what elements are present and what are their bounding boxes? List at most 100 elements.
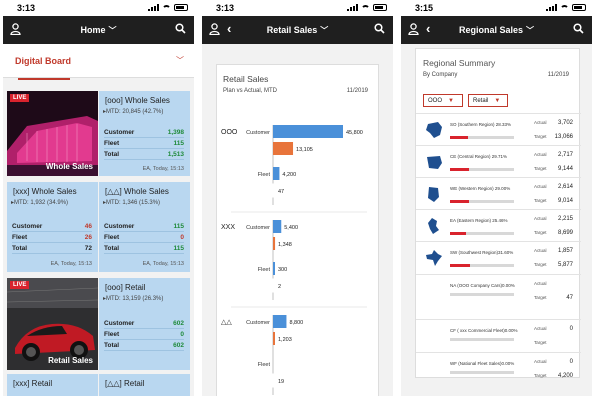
- row-label: Fleet: [12, 233, 28, 241]
- actual-value-label: 19: [278, 379, 284, 385]
- channel-select[interactable]: Retail ▼: [468, 94, 508, 107]
- tile-caption: Retail Sales: [48, 356, 93, 365]
- row-label: Fleet: [258, 362, 271, 368]
- status-time: 3:13: [216, 3, 235, 13]
- row-label: Customer: [104, 222, 135, 230]
- nav-title-text: Retail Sales: [266, 24, 318, 35]
- card-subtitle: By Company: [423, 72, 458, 78]
- region-row[interactable]: SO (Southern Region) 28.33% Actual Target 3…: [416, 113, 581, 145]
- plan-value-label: 4,200: [282, 172, 296, 178]
- nav-title[interactable]: Regional Sales ﹀: [459, 25, 534, 36]
- actual-label: Actual: [534, 152, 547, 157]
- company-select[interactable]: OOO ▼: [423, 94, 463, 107]
- nav-title[interactable]: Retail Sales ﹀: [267, 25, 329, 36]
- region-row[interactable]: CE (Central Region) 29.71% Actual Target 2,…: [416, 145, 581, 177]
- search-icon[interactable]: [175, 23, 186, 34]
- row-value: 1,513: [167, 150, 184, 158]
- card-title: Retail Sales: [223, 74, 269, 84]
- chevron-down-icon: ▼: [494, 97, 501, 104]
- board-title: Digital Board: [15, 55, 72, 66]
- regional-sales-screen: 3:15 ‹ Regional Sales ﹀ Regional Summary …: [401, 0, 592, 396]
- tile-row: Fleet 26: [12, 232, 92, 243]
- region-progress-bar: [450, 293, 514, 296]
- tile-rows: Customer 46 Fleet 26 Total 72: [12, 221, 92, 254]
- nav-bar: ‹ Retail Sales ﹀: [202, 16, 393, 44]
- nav-title[interactable]: Home ﹀: [80, 25, 116, 36]
- user-icon[interactable]: [10, 23, 21, 35]
- region-progress-bar: [450, 200, 514, 203]
- xxx-whole-sales-tile[interactable]: [xxx] Whole Sales ▸MTD: 1,932 (34.9%) Cu…: [7, 182, 98, 272]
- target-label: Target: [534, 198, 547, 203]
- actual-bar: [273, 237, 276, 250]
- target-value: 9,144: [557, 166, 573, 172]
- card-date: 11/2019: [547, 72, 569, 78]
- tile-mtd: ▸MTD: 1,932 (34.9%): [11, 200, 69, 206]
- user-icon[interactable]: [209, 23, 220, 35]
- chevron-down-icon: ﹀: [526, 25, 535, 35]
- triangle-retail-tile[interactable]: [△△] Retail: [99, 374, 190, 396]
- group-label: OOO: [221, 129, 238, 136]
- nav-bar: ‹ Regional Sales ﹀: [401, 16, 592, 44]
- region-name: EA (Eastern Region) 25.46%: [450, 218, 508, 223]
- target-value: 9,014: [557, 198, 573, 204]
- ooo-retail-tile[interactable]: [ooo] Retail ▸MTD: 13,159 (26.3%) Custom…: [99, 278, 190, 370]
- signal-icon: [546, 4, 557, 11]
- tile-footer: EA, Today, 15:13: [50, 261, 92, 267]
- tile-name: [ooo] Whole Sales: [105, 96, 170, 105]
- tile-row: Customer 1,398: [104, 127, 184, 138]
- plan-bar: [273, 167, 280, 180]
- tile-row: Fleet 0: [104, 232, 184, 243]
- back-arrow-icon[interactable]: ‹: [426, 21, 430, 36]
- actual-bar: [272, 278, 276, 293]
- tile-rows: Customer 1,398 Fleet 115 Total 1,513: [104, 127, 184, 160]
- region-progress-fill: [450, 168, 470, 171]
- tile-mtd-text: MTD: 1,932 (34.9%): [14, 200, 69, 206]
- status-bar: 3:13: [202, 0, 393, 16]
- search-icon[interactable]: [374, 23, 385, 34]
- plan-bar: [273, 125, 343, 138]
- target-label: Target: [534, 134, 547, 139]
- status-time: 3:15: [415, 3, 434, 13]
- row-label: Total: [104, 244, 120, 252]
- triangle-whole-sales-tile[interactable]: [△△] Whole Sales ▸MTD: 1,346 (15.3%) Cus…: [99, 182, 190, 272]
- region-name: CE (Central Region) 29.71%: [450, 154, 508, 159]
- signal-icon: [148, 4, 159, 11]
- row-value: 26: [84, 233, 92, 241]
- row-label: Total: [12, 244, 28, 252]
- target-label: Target: [534, 295, 547, 300]
- region-progress-fill: [450, 264, 471, 267]
- region-name: SW (Southwest Region)31.60%: [450, 250, 514, 255]
- tile-name: [xxx] Retail: [13, 379, 53, 388]
- actual-value: 3,702: [557, 120, 573, 126]
- xxx-retail-tile[interactable]: [xxx] Retail: [7, 374, 98, 396]
- user-icon[interactable]: [408, 23, 419, 35]
- region-row[interactable]: WE (Western Region) 29.00% Actual Target 2,…: [416, 177, 581, 209]
- region-row[interactable]: WF (National Fleet Sales)0.00% Actual Targ…: [416, 352, 581, 385]
- retail-sales-image-tile[interactable]: LIVE Retail Sales: [7, 278, 98, 370]
- region-row[interactable]: CF ( xxx Commercial Fleet)0.00% Actual Tar…: [416, 319, 581, 352]
- board-selector[interactable]: Digital Board ﹀: [3, 44, 194, 78]
- region-row[interactable]: EA (Eastern Region) 25.46% Actual Target 2,…: [416, 209, 581, 241]
- row-label: Customer: [246, 225, 270, 231]
- tile-mtd-text: MTD: 1,346 (15.3%): [106, 200, 161, 206]
- battery-icon: [572, 4, 586, 11]
- region-progress-fill: [450, 136, 468, 139]
- row-value: 72: [84, 244, 92, 252]
- row-label: Fleet: [104, 233, 120, 241]
- region-row[interactable]: SW (Southwest Region)31.60% Actual Target 1…: [416, 241, 581, 274]
- target-value: 47: [566, 295, 573, 301]
- whole-sales-image-tile[interactable]: LIVE Whole Sales: [7, 91, 98, 176]
- back-arrow-icon[interactable]: ‹: [227, 21, 231, 36]
- region-row[interactable]: NA (OOO Company Cars)0.00% Actual Target 47: [416, 274, 581, 319]
- row-label: Total: [104, 150, 120, 158]
- target-label: Target: [534, 262, 547, 267]
- ooo-whole-sales-tile[interactable]: [ooo] Whole Sales ▸MTD: 20,845 (42.7%) C…: [99, 91, 190, 176]
- row-label: Customer: [12, 222, 43, 230]
- sw-region-map: [426, 250, 442, 266]
- so-region-map: [426, 122, 442, 138]
- plan-value-label: 8,800: [289, 320, 303, 326]
- tile-row: Total 602: [104, 340, 184, 351]
- row-label: Customer: [104, 128, 135, 136]
- row-label: Customer: [246, 130, 270, 136]
- search-icon[interactable]: [573, 23, 584, 34]
